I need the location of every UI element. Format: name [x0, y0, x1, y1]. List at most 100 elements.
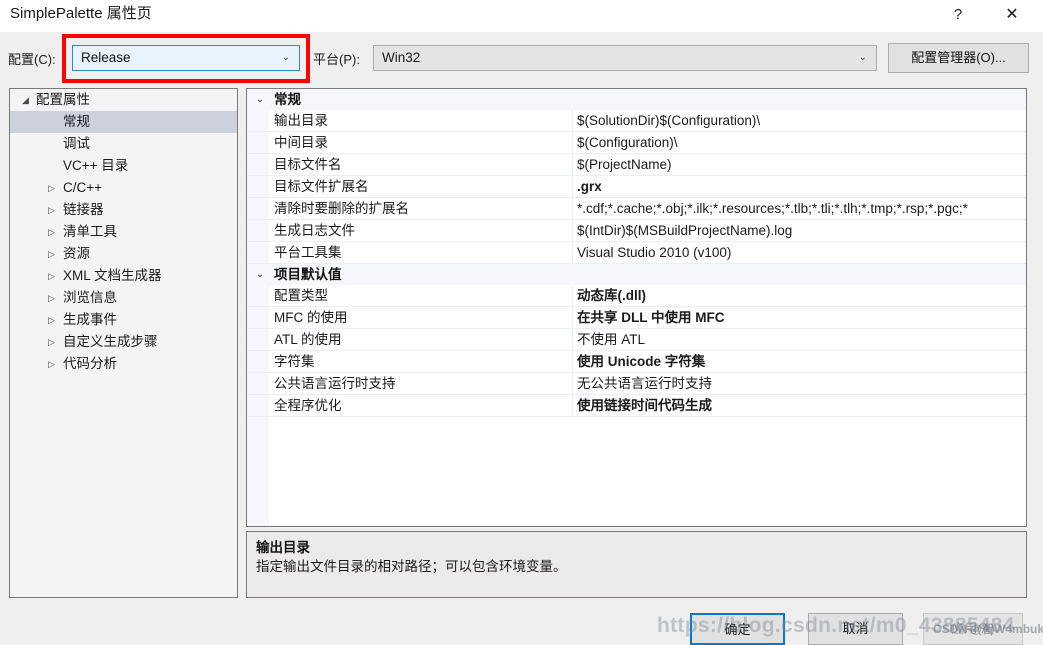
property-name: 目标文件名: [274, 157, 342, 172]
property-row[interactable]: 公共语言运行时支持 无公共语言运行时支持: [247, 373, 1026, 395]
help-icon[interactable]: ?: [935, 0, 981, 30]
property-name: 公共语言运行时支持: [274, 376, 396, 391]
collapsed-triangle-icon[interactable]: ▷: [48, 265, 55, 287]
sidebar-item-label: VC++ 目录: [63, 158, 129, 173]
property-category-label: 常规: [274, 92, 301, 107]
chevron-down-icon[interactable]: ⌄: [253, 89, 267, 110]
property-name: 输出目录: [274, 113, 328, 128]
chevron-down-icon[interactable]: ⌄: [253, 264, 267, 285]
sidebar-item-label: 清单工具: [63, 224, 117, 239]
property-category-row[interactable]: ⌄ 常规: [247, 89, 1026, 110]
property-row[interactable]: 字符集 使用 Unicode 字符集: [247, 351, 1026, 373]
sidebar-item[interactable]: ▷ 浏览信息: [10, 287, 237, 309]
sidebar-item-label: 链接器: [63, 202, 104, 217]
collapsed-triangle-icon[interactable]: ▷: [48, 243, 55, 265]
configuration-dropdown[interactable]: Release ⌄: [72, 45, 300, 71]
property-name: ATL 的使用: [274, 332, 342, 347]
property-row[interactable]: 输出目录 $(SolutionDir)$(Configuration)\: [247, 110, 1026, 132]
sidebar-item-label: 资源: [63, 246, 90, 261]
collapsed-triangle-icon[interactable]: ▷: [48, 221, 55, 243]
sidebar-item[interactable]: ▷ 代码分析: [10, 353, 237, 375]
property-column-divider: [572, 351, 573, 372]
property-row[interactable]: 清除时要删除的扩展名 *.cdf;*.cache;*.obj;*.ilk;*.re…: [247, 198, 1026, 220]
property-column-divider: [572, 373, 573, 394]
property-column-divider: [572, 176, 573, 197]
property-column-divider: [572, 132, 573, 153]
sidebar-item-label: 调试: [63, 136, 90, 151]
property-name: 清除时要删除的扩展名: [274, 201, 409, 216]
sidebar-item[interactable]: ◢ 配置属性: [10, 89, 237, 111]
property-grid[interactable]: ⌄ 常规输出目录 $(SolutionDir)$(Configuration)\ 中间…: [246, 88, 1027, 527]
description-title: 输出目录: [256, 540, 310, 555]
ok-button[interactable]: 确定: [690, 613, 785, 645]
platform-label: 平台(P):: [313, 52, 360, 67]
cancel-button[interactable]: 取消: [808, 613, 903, 645]
property-name: MFC 的使用: [274, 310, 348, 325]
property-value[interactable]: 动态库(.dll): [577, 285, 1026, 306]
property-value[interactable]: 不使用 ATL: [577, 329, 1026, 350]
property-row[interactable]: 目标文件扩展名 .grx: [247, 176, 1026, 198]
sidebar-item-label: XML 文档生成器: [63, 268, 162, 283]
expanded-triangle-icon[interactable]: ◢: [22, 89, 29, 111]
property-value[interactable]: 在共享 DLL 中使用 MFC: [577, 307, 1026, 328]
property-value[interactable]: $(ProjectName): [577, 154, 1026, 175]
collapsed-triangle-icon[interactable]: ▷: [48, 353, 55, 375]
property-value[interactable]: $(Configuration)\: [577, 132, 1026, 153]
chevron-down-icon: ⌄: [858, 52, 867, 63]
property-name: 平台工具集: [274, 245, 342, 260]
property-row[interactable]: 配置类型 动态库(.dll): [247, 285, 1026, 307]
property-value[interactable]: .grx: [577, 176, 1026, 197]
property-value[interactable]: $(IntDir)$(MSBuildProjectName).log: [577, 220, 1026, 241]
platform-dropdown[interactable]: Win32 ⌄: [373, 45, 877, 71]
sidebar-item-label: 自定义生成步骤: [63, 334, 158, 349]
property-row[interactable]: MFC 的使用 在共享 DLL 中使用 MFC: [247, 307, 1026, 329]
sidebar-item[interactable]: ▷ 清单工具: [10, 221, 237, 243]
sidebar-item[interactable]: ▷ XML 文档生成器: [10, 265, 237, 287]
configuration-properties-tree[interactable]: ◢ 配置属性 常规 调试 VC++ 目录 ▷ C/C++ ▷ 链接器 ▷ 清单工具 ▷ 资源 ▷ XML 文…: [9, 88, 238, 598]
description-text: 指定输出文件目录的相对路径；可以包含环境变量。: [256, 559, 567, 574]
property-column-divider: [572, 198, 573, 219]
property-row[interactable]: 生成日志文件 $(IntDir)$(MSBuildProjectName).log: [247, 220, 1026, 242]
collapsed-triangle-icon[interactable]: ▷: [48, 287, 55, 309]
property-column-divider: [572, 395, 573, 416]
property-value[interactable]: 无公共语言运行时支持: [577, 373, 1026, 394]
property-name: 目标文件扩展名: [274, 179, 369, 194]
property-value[interactable]: *.cdf;*.cache;*.obj;*.ilk;*.resources;*.…: [577, 198, 1026, 219]
sidebar-item[interactable]: ▷ 资源: [10, 243, 237, 265]
sidebar-item-label: 常规: [63, 114, 90, 129]
sidebar-item-label: 代码分析: [63, 356, 117, 371]
sidebar-item[interactable]: ▷ 自定义生成步骤: [10, 331, 237, 353]
property-value[interactable]: 使用链接时间代码生成: [577, 395, 1026, 416]
property-value[interactable]: 使用 Unicode 字符集: [577, 351, 1026, 372]
description-pane: 输出目录 指定输出文件目录的相对路径；可以包含环境变量。: [246, 531, 1027, 598]
property-category-label: 项目默认值: [274, 267, 342, 282]
apply-button[interactable]: 应用(A): [923, 613, 1023, 645]
collapsed-triangle-icon[interactable]: ▷: [48, 331, 55, 353]
sidebar-item[interactable]: ▷ 生成事件: [10, 309, 237, 331]
property-name: 字符集: [274, 354, 315, 369]
property-value[interactable]: Visual Studio 2010 (v100): [577, 242, 1026, 263]
property-row[interactable]: 目标文件名 $(ProjectName): [247, 154, 1026, 176]
configuration-label: 配置(C):: [8, 52, 56, 67]
close-icon[interactable]: ✕: [989, 0, 1035, 30]
sidebar-item[interactable]: 常规: [10, 111, 237, 133]
property-row[interactable]: 平台工具集 Visual Studio 2010 (v100): [247, 242, 1026, 264]
configuration-manager-button[interactable]: 配置管理器(O)...: [888, 43, 1029, 73]
sidebar-item[interactable]: VC++ 目录: [10, 155, 237, 177]
sidebar-item[interactable]: ▷ C/C++: [10, 177, 237, 199]
configuration-dropdown-value: Release: [81, 50, 131, 65]
property-category-row[interactable]: ⌄ 项目默认值: [247, 264, 1026, 285]
property-value[interactable]: $(SolutionDir)$(Configuration)\: [577, 110, 1026, 131]
property-column-divider: [572, 220, 573, 241]
platform-dropdown-value: Win32: [382, 50, 421, 65]
property-row[interactable]: 全程序优化 使用链接时间代码生成: [247, 395, 1026, 417]
collapsed-triangle-icon[interactable]: ▷: [48, 177, 55, 199]
property-row[interactable]: ATL 的使用 不使用 ATL: [247, 329, 1026, 351]
sidebar-item[interactable]: ▷ 链接器: [10, 199, 237, 221]
collapsed-triangle-icon[interactable]: ▷: [48, 199, 55, 221]
sidebar-item[interactable]: 调试: [10, 133, 237, 155]
window-title: SimplePalette 属性页: [10, 5, 152, 22]
property-column-divider: [572, 285, 573, 306]
collapsed-triangle-icon[interactable]: ▷: [48, 309, 55, 331]
property-row[interactable]: 中间目录 $(Configuration)\: [247, 132, 1026, 154]
